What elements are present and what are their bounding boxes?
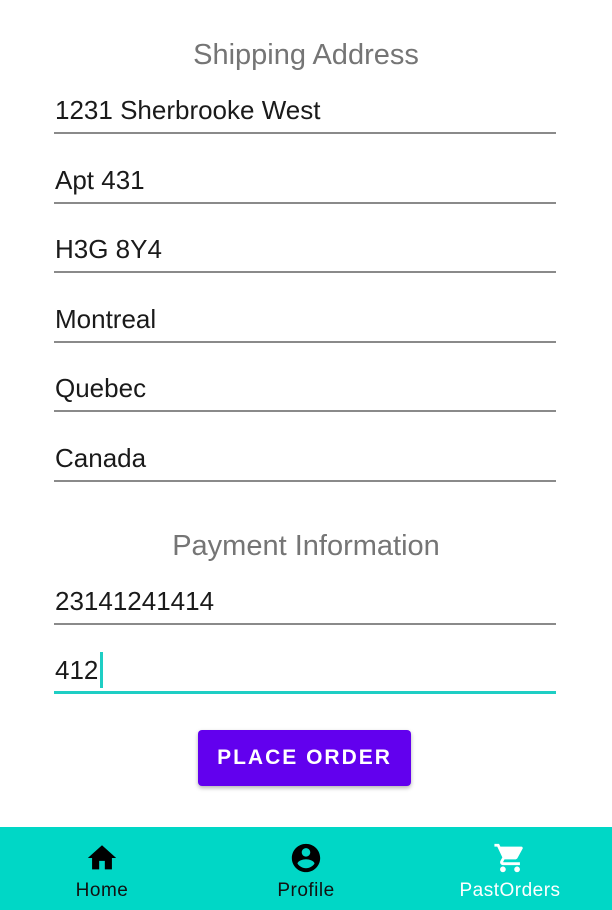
address-line2-value: Apt 431 [55, 165, 145, 195]
card-cvv-wrapper: 412 [55, 650, 104, 690]
field-underline [54, 623, 556, 625]
cart-icon [494, 843, 523, 873]
bottom-navigation: Home Profile PastOrders [0, 827, 612, 910]
card-cvv-value: 412 [55, 655, 99, 685]
province-value: Quebec [55, 373, 147, 403]
card-number-value: 23141241414 [55, 586, 215, 616]
address-line2-field[interactable]: Apt 431 [54, 160, 556, 204]
payment-information-title: Payment Information [172, 530, 440, 562]
card-cvv-field[interactable]: 412 [54, 650, 556, 694]
postal-code-value: H3G 8Y4 [55, 234, 162, 264]
text-cursor [100, 652, 104, 689]
field-underline [54, 132, 556, 134]
address-line1-field[interactable]: 1231 Sherbrooke West [54, 90, 556, 134]
place-order-button[interactable]: PLACE ORDER [198, 730, 411, 786]
nav-label-home: Home [75, 880, 129, 901]
address-line1-value: 1231 Sherbrooke West [55, 95, 321, 125]
postal-code-field[interactable]: H3G 8Y4 [54, 229, 556, 273]
city-value: Montreal [55, 304, 157, 334]
account-circle-icon [291, 843, 321, 873]
field-underline-focused [54, 691, 556, 694]
nav-item-home[interactable]: Home [0, 827, 204, 910]
field-underline [54, 410, 556, 412]
nav-label-pastorders: PastOrders [459, 880, 561, 901]
field-underline [54, 271, 556, 273]
card-number-field[interactable]: 23141241414 [54, 581, 556, 625]
field-underline [54, 480, 556, 482]
nav-label-profile: Profile [277, 880, 335, 901]
nav-item-profile[interactable]: Profile [204, 827, 408, 910]
home-icon [87, 845, 117, 870]
field-underline [54, 341, 556, 343]
city-field[interactable]: Montreal [54, 299, 556, 343]
province-field[interactable]: Quebec [54, 368, 556, 412]
shipping-address-title: Shipping Address [193, 39, 419, 71]
field-underline [54, 202, 556, 204]
country-field[interactable]: Canada [54, 438, 556, 482]
country-value: Canada [55, 443, 147, 473]
nav-item-pastorders[interactable]: PastOrders [408, 827, 612, 910]
